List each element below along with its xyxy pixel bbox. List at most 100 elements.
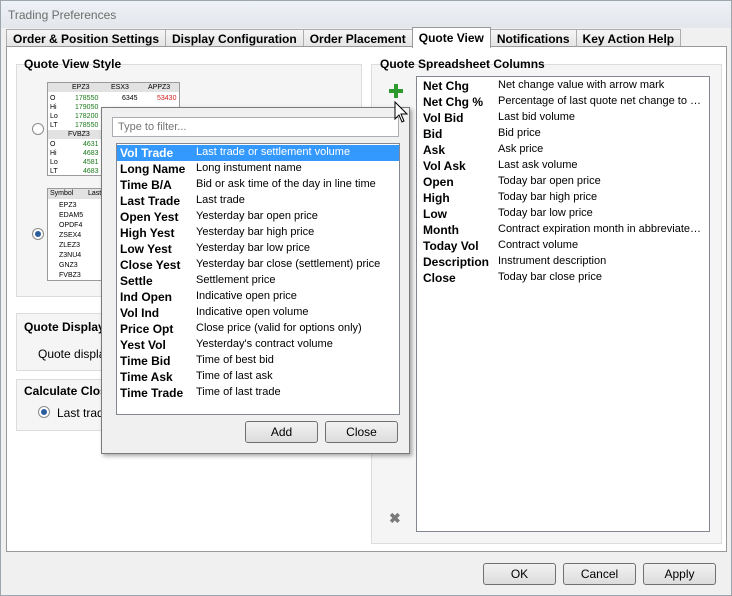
list-item[interactable]: High Today bar high price (417, 190, 709, 206)
item-desc: Indicative open price (196, 290, 297, 302)
item-key: Time Trade (120, 386, 184, 400)
list-item[interactable]: Time Bid Time of best bid (117, 353, 399, 369)
column-key: Low (423, 207, 447, 221)
item-key: Low Yest (120, 242, 172, 256)
spreadsheet-columns-title: Quote Spreadsheet Columns (380, 57, 545, 71)
column-desc: Instrument description (498, 255, 607, 267)
column-key: Today Vol (423, 239, 479, 253)
remove-column-icon[interactable]: ✖ (389, 510, 401, 527)
list-item[interactable]: Last Trade Last trade (117, 193, 399, 209)
preview-row-label: O (50, 95, 56, 102)
preview-value: 4683 (83, 150, 99, 157)
list-item[interactable]: Settle Settlement price (117, 273, 399, 289)
list-item[interactable]: Vol Bid Last bid volume (417, 110, 709, 126)
item-desc: Yesterday bar close (settlement) price (196, 258, 381, 270)
preview-symbol: EPZ3 (59, 202, 77, 209)
preview-last-header: Last (88, 190, 102, 197)
list-item[interactable]: Ask Ask price (417, 142, 709, 158)
preview-value: 179050 (75, 104, 99, 111)
column-desc: Contract volume (498, 239, 579, 251)
popup-add-button[interactable]: Add (245, 421, 318, 443)
list-item[interactable]: Open Yest Yesterday bar open price (117, 209, 399, 225)
list-item[interactable]: Yest Vol Yesterday's contract volume (117, 337, 399, 353)
preview-row-label: Hi (50, 104, 57, 111)
window-title: Trading Preferences (1, 1, 731, 28)
item-desc: Bid or ask time of the day in line time (196, 178, 376, 190)
preview-symbol: ZLEZ3 (59, 242, 81, 249)
list-item[interactable]: Month Contract expiration month in abbrev… (417, 222, 709, 238)
item-key: Yest Vol (120, 338, 166, 352)
list-item[interactable]: Description Instrument description (417, 254, 709, 270)
preview-row-label: LT (50, 168, 58, 175)
preview-value: 178550 (75, 95, 99, 102)
item-key: Open Yest (120, 210, 179, 224)
preview-header-1: EPZ3 (72, 84, 90, 91)
column-key: High (423, 191, 450, 205)
tab-quote-view[interactable]: Quote View (411, 27, 491, 48)
item-key: Last Trade (120, 194, 181, 208)
list-item[interactable]: Net Chg % Percentage of last quote net ch… (417, 94, 709, 110)
preview-symbol: GNZ3 (59, 262, 78, 269)
list-item[interactable]: Net Chg Net change value with arrow mark (417, 78, 709, 94)
item-desc: Yesterday bar low price (196, 242, 310, 254)
preview-symbol: OPDF4 (59, 222, 83, 229)
add-column-icon[interactable] (388, 83, 404, 99)
column-desc: Ask price (498, 143, 544, 155)
preview-value: 178550 (75, 122, 99, 129)
list-item[interactable]: Vol Ind Indicative open volume (117, 305, 399, 321)
list-item[interactable]: Low Yest Yesterday bar low price (117, 241, 399, 257)
item-key: Long Name (120, 162, 186, 176)
preview-row-label: Lo (50, 113, 58, 120)
preview-value: 4683 (83, 168, 99, 175)
preview-header-3: APPZ3 (148, 84, 171, 91)
style-grid-radio[interactable] (32, 123, 44, 135)
item-key: Vol Trade (120, 146, 174, 160)
column-desc: Last bid volume (498, 111, 576, 123)
ok-button[interactable]: OK (483, 563, 556, 585)
column-desc: Today bar close price (498, 271, 602, 283)
column-key: Ask (423, 143, 446, 157)
column-key: Month (423, 223, 459, 237)
list-item[interactable]: Price Opt Close price (valid for options … (117, 321, 399, 337)
item-key: Time Ask (120, 370, 173, 384)
spreadsheet-columns-list[interactable]: Net Chg Net change value with arrow mark … (416, 76, 710, 532)
preview-value: 4581 (83, 159, 99, 166)
list-item[interactable]: Vol Trade Last trade or settlement volume (117, 145, 399, 161)
popup-close-button[interactable]: Close (325, 421, 398, 443)
preview-symbol-header: Symbol (50, 190, 74, 197)
column-desc: Bid price (498, 127, 541, 139)
filter-input[interactable] (112, 117, 399, 137)
list-item[interactable]: Long Name Long instument name (117, 161, 399, 177)
quote-view-style-title: Quote View Style (24, 57, 122, 71)
available-columns-list[interactable]: Vol Trade Last trade or settlement volume… (116, 143, 400, 415)
calculate-close-radio[interactable] (38, 406, 50, 418)
column-desc: Today bar low price (498, 207, 593, 219)
list-item[interactable]: Vol Ask Last ask volume (417, 158, 709, 174)
list-item[interactable]: High Yest Yesterday bar high price (117, 225, 399, 241)
list-item[interactable]: Close Today bar close price (417, 270, 709, 286)
list-item[interactable]: Open Today bar open price (417, 174, 709, 190)
item-key: Settle (120, 274, 153, 288)
item-desc: Close price (valid for options only) (196, 322, 362, 334)
apply-button[interactable]: Apply (643, 563, 716, 585)
list-item[interactable]: Ind Open Indicative open price (117, 289, 399, 305)
column-desc: Percentage of last quote net change to p… (498, 95, 704, 107)
column-desc: Today bar high price (498, 191, 598, 203)
item-desc: Yesterday bar high price (196, 226, 315, 238)
style-spreadsheet-radio[interactable] (32, 228, 44, 240)
column-desc: Last ask volume (498, 159, 578, 171)
column-key: Vol Bid (423, 111, 464, 125)
item-desc: Time of best bid (196, 354, 274, 366)
list-item[interactable]: Time Trade Time of last trade (117, 385, 399, 401)
list-item[interactable]: Time B/A Bid or ask time of the day in li… (117, 177, 399, 193)
list-item[interactable]: Time Ask Time of last ask (117, 369, 399, 385)
cancel-button[interactable]: Cancel (563, 563, 636, 585)
preview-symbol: ZSEX4 (59, 232, 82, 239)
list-item[interactable]: Close Yest Yesterday bar close (settlemen… (117, 257, 399, 273)
list-item[interactable]: Bid Bid price (417, 126, 709, 142)
list-item[interactable]: Low Today bar low price (417, 206, 709, 222)
add-column-popup: Vol Trade Last trade or settlement volume… (101, 107, 410, 454)
list-item[interactable]: Today Vol Contract volume (417, 238, 709, 254)
item-desc: Time of last ask (196, 370, 273, 382)
item-key: Close Yest (120, 258, 181, 272)
